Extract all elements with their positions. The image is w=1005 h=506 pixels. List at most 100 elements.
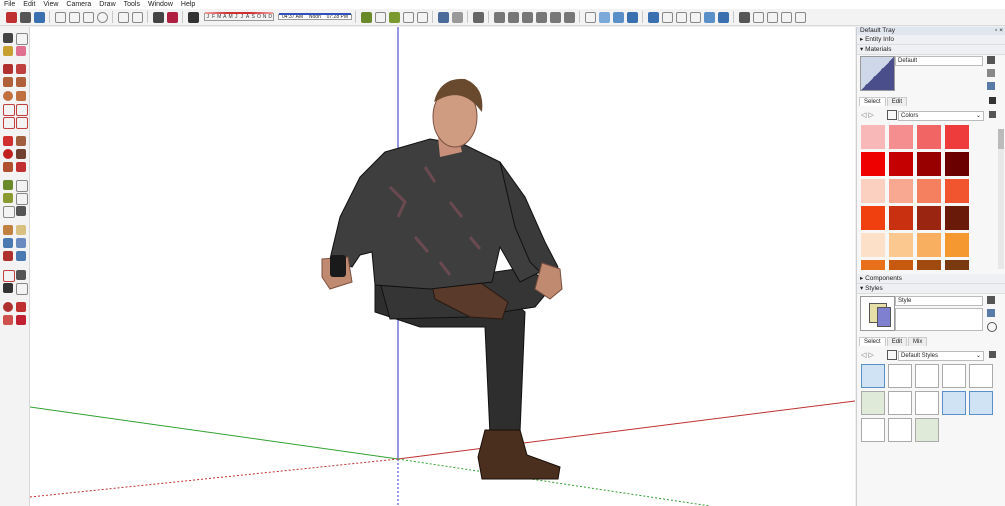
home-icon[interactable] — [887, 110, 897, 120]
menu-window[interactable]: Window — [144, 1, 177, 8]
two-point-arc-icon[interactable] — [16, 104, 28, 116]
style-thumbnail[interactable] — [915, 418, 939, 442]
style-name-field[interactable]: Style — [895, 296, 983, 306]
details-icon[interactable] — [989, 111, 996, 118]
styles-collection-select[interactable]: Default Styles ⌄ — [898, 351, 984, 361]
freehand-icon[interactable] — [16, 64, 26, 74]
nav-arrows[interactable]: ◁ ▷ — [861, 111, 874, 119]
menu-help[interactable]: Help — [177, 1, 199, 8]
material-name-field[interactable]: Default — [895, 56, 983, 66]
color-swatch[interactable] — [889, 179, 913, 203]
rotate-icon[interactable] — [3, 149, 13, 159]
arc-icon[interactable] — [3, 104, 15, 116]
ruby-icon[interactable] — [16, 315, 26, 325]
styles-details-icon[interactable] — [989, 351, 996, 358]
view-front-icon[interactable] — [521, 11, 533, 23]
undo-icon[interactable] — [117, 11, 129, 23]
style-thumbnail[interactable] — [969, 391, 993, 415]
warehouse-tool-icon[interactable] — [3, 302, 13, 312]
monochrome-icon[interactable] — [689, 11, 701, 23]
tab-select[interactable]: Select — [859, 97, 886, 106]
style-thumbnail[interactable] — [915, 391, 939, 415]
view-right-icon[interactable] — [535, 11, 547, 23]
look-around-icon[interactable] — [16, 270, 26, 280]
color-swatch[interactable] — [917, 152, 941, 176]
camera-icon[interactable] — [472, 11, 484, 23]
color-swatch[interactable] — [861, 206, 885, 230]
section-display-icon[interactable] — [451, 11, 463, 23]
orbit-tool-icon[interactable] — [3, 225, 13, 235]
move-icon[interactable] — [3, 136, 13, 146]
color-swatch[interactable] — [917, 260, 941, 270]
section-icon[interactable] — [16, 283, 28, 295]
select-icon[interactable] — [3, 33, 13, 43]
view-top-icon[interactable] — [507, 11, 519, 23]
color-swatch[interactable] — [889, 125, 913, 149]
color-swatch[interactable] — [917, 206, 941, 230]
components-header[interactable]: ▸ Components — [857, 274, 1005, 284]
home-icon[interactable] — [780, 11, 792, 23]
style-thumbnail[interactable] — [888, 418, 912, 442]
open-icon[interactable] — [19, 11, 31, 23]
style-thumbnail[interactable] — [942, 391, 966, 415]
zoom-window-icon[interactable] — [16, 238, 26, 248]
styles-tab-select[interactable]: Select — [859, 337, 886, 346]
shadow-time-slider[interactable]: 04:37 AM Noon 07:28 PM — [278, 13, 352, 20]
tape-measure-icon[interactable] — [360, 11, 372, 23]
style-thumbnail[interactable] — [942, 364, 966, 388]
share-icon[interactable] — [752, 11, 764, 23]
shaded-icon[interactable] — [661, 11, 673, 23]
display-secondary-icon[interactable] — [987, 69, 995, 77]
layout-icon[interactable] — [766, 11, 778, 23]
menu-file[interactable]: File — [0, 1, 19, 8]
view-left-icon[interactable] — [563, 11, 575, 23]
paint-bucket-icon[interactable] — [388, 11, 400, 23]
text-icon[interactable] — [416, 11, 428, 23]
follow-me-icon[interactable] — [16, 149, 26, 159]
circle-icon[interactable] — [3, 91, 13, 101]
style-thumbnail[interactable] — [888, 391, 912, 415]
style-thumbnail[interactable] — [888, 364, 912, 388]
dimensions-icon[interactable] — [16, 180, 28, 192]
position-camera-icon[interactable] — [3, 270, 15, 282]
tab-edit[interactable]: Edit — [886, 97, 908, 106]
color-swatch[interactable] — [889, 233, 913, 257]
walk-icon[interactable] — [3, 283, 13, 293]
model-viewport[interactable] — [30, 27, 855, 506]
component-icon[interactable] — [717, 11, 729, 23]
previous-view-icon[interactable] — [16, 251, 26, 261]
xray-icon[interactable] — [598, 11, 610, 23]
polygon-icon[interactable] — [16, 91, 26, 101]
styles-tab-mix[interactable]: Mix — [908, 337, 928, 346]
close-icon[interactable]: ▫ × — [995, 27, 1005, 35]
model-info-icon[interactable] — [152, 11, 164, 23]
wireframe-icon[interactable] — [626, 11, 638, 23]
orbit-icon[interactable] — [584, 11, 596, 23]
three-point-arc-icon[interactable] — [3, 117, 15, 129]
sample-paint-icon[interactable] — [987, 82, 995, 90]
redo-icon[interactable] — [131, 11, 143, 23]
entity-info-header[interactable]: ▸ Entity Info — [857, 35, 1005, 45]
color-swatch[interactable] — [945, 179, 969, 203]
style-thumbnail[interactable] — [861, 364, 885, 388]
color-swatch[interactable] — [889, 152, 913, 176]
color-swatch[interactable] — [917, 125, 941, 149]
lasso-icon[interactable] — [16, 33, 28, 45]
swatch-scrollbar[interactable] — [998, 129, 1004, 269]
create-material-icon[interactable] — [987, 56, 995, 64]
push-pull-icon[interactable] — [16, 136, 26, 146]
hidden-line-icon[interactable] — [647, 11, 659, 23]
line-icon[interactable] — [3, 64, 13, 74]
text-tool-icon[interactable] — [16, 193, 28, 205]
color-swatch[interactable] — [945, 125, 969, 149]
color-swatch[interactable] — [917, 179, 941, 203]
tape-icon[interactable] — [3, 180, 13, 190]
color-swatch[interactable] — [917, 233, 941, 257]
back-edges-icon[interactable] — [612, 11, 624, 23]
scale-icon[interactable] — [3, 162, 13, 172]
color-swatch[interactable] — [945, 206, 969, 230]
zoom-icon[interactable] — [3, 238, 13, 248]
materials-header[interactable]: ▾ Materials — [857, 45, 1005, 55]
color-swatch[interactable] — [861, 125, 885, 149]
save-icon[interactable] — [33, 11, 45, 23]
